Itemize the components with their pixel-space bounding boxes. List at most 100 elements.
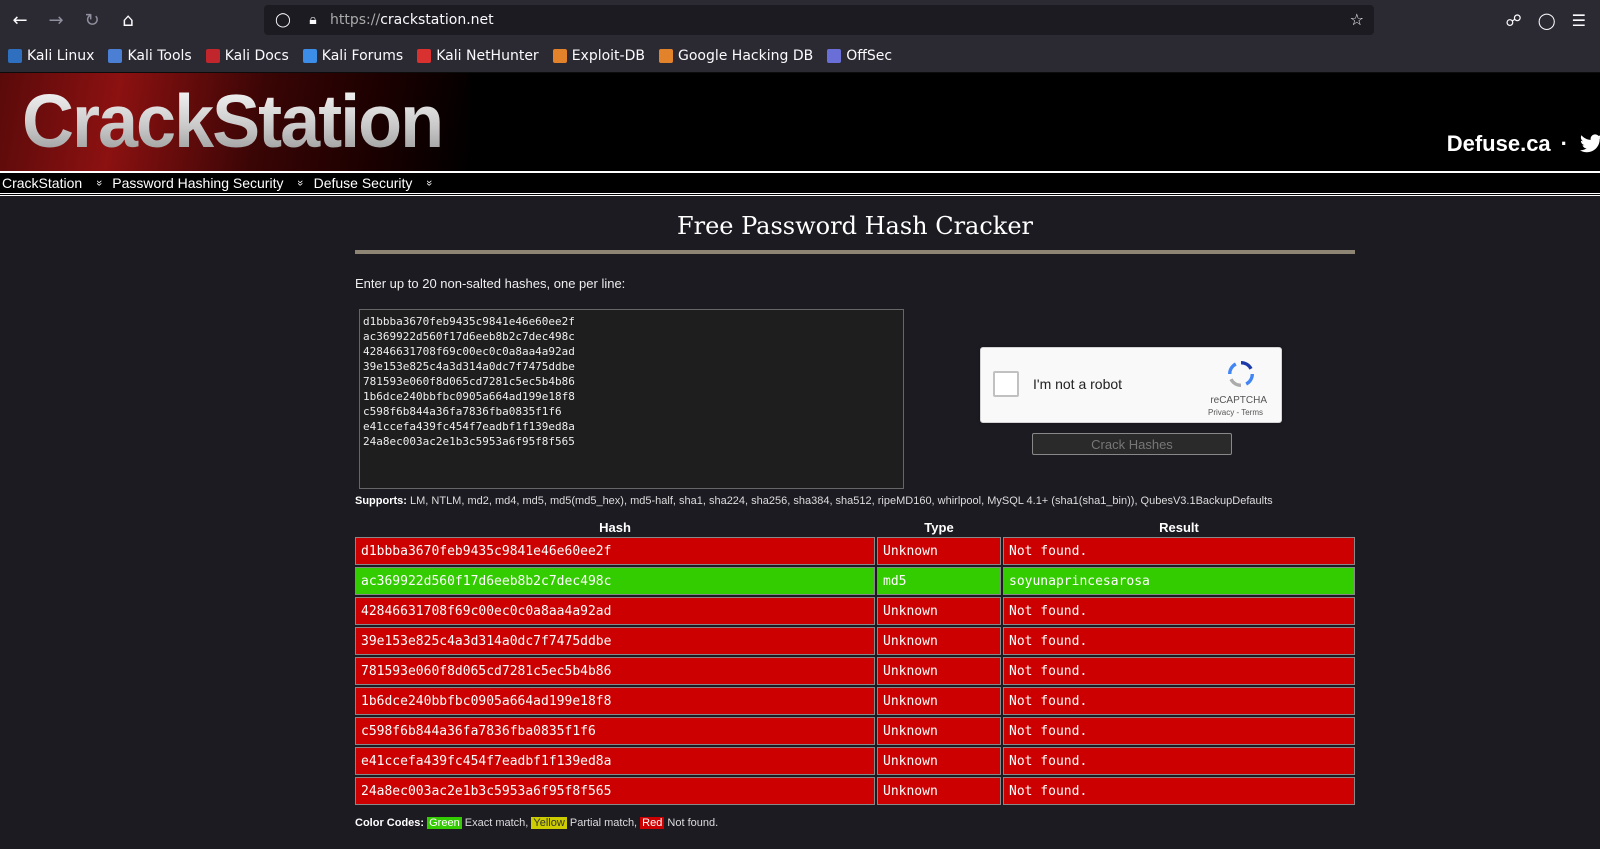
title-divider <box>355 250 1355 254</box>
menu-item-label: Defuse Security <box>313 175 413 191</box>
twitter-icon[interactable] <box>1578 132 1600 156</box>
menu-item[interactable]: Defuse Security » <box>312 175 436 191</box>
chevron-down-icon: » <box>294 179 307 187</box>
cell-result: soyunaprincesarosa <box>1003 567 1355 595</box>
bookmark-favicon-icon <box>827 49 842 63</box>
bookmark-label: Exploit-DB <box>571 48 645 64</box>
recaptcha-links[interactable]: Privacy - Terms <box>1208 408 1263 417</box>
header-separator: · <box>1560 131 1568 156</box>
bookmark-item[interactable]: Kali Forums <box>302 48 404 64</box>
recaptcha-checkbox[interactable] <box>993 371 1019 397</box>
bookmark-favicon-icon <box>658 49 673 63</box>
browser-toolbar: ← → ↻ ⌂ ◯ 🔒︎ https://crackstation.net ☆ … <box>0 0 1600 40</box>
crack-hashes-button[interactable]: Crack Hashes <box>1032 433 1232 455</box>
cell-type: md5 <box>877 567 1001 595</box>
bookmark-label: Kali NetHunter <box>436 48 539 64</box>
color-codes-label: Color Codes: <box>355 817 425 829</box>
home-icon: ⌂ <box>122 9 134 31</box>
shield-icon[interactable]: ◯ <box>272 12 294 28</box>
bookmark-item[interactable]: Kali Linux <box>8 48 94 64</box>
back-button[interactable]: ← <box>4 4 36 36</box>
cell-result: Not found. <box>1003 627 1355 655</box>
url-bar[interactable]: ◯ 🔒︎ https://crackstation.net ☆ <box>264 5 1374 35</box>
arrow-right-icon: → <box>48 9 64 31</box>
bookmark-item[interactable]: Google Hacking DB <box>658 48 814 64</box>
column-header-result: Result <box>1159 519 1199 535</box>
menu-item[interactable]: CrackStation » <box>0 175 105 191</box>
cell-hash: ac369922d560f17d6eeb8b2c7dec498c <box>355 567 875 595</box>
cell-result: Not found. <box>1003 657 1355 685</box>
instruction-text: Enter up to 20 non-salted hashes, one pe… <box>355 276 626 291</box>
cell-hash: d1bbba3670feb9435c9841e46e60ee2f <box>355 537 875 565</box>
bookmark-favicon-icon <box>205 49 220 63</box>
hash-input[interactable] <box>359 309 904 489</box>
bookmark-favicon-icon <box>302 49 317 63</box>
bookmark-item[interactable]: Kali Tools <box>108 48 192 64</box>
defuse-link[interactable]: Defuse.ca <box>1447 131 1551 157</box>
table-row: c598f6b844a36fa7836fba0835f1f6 Unknown Not… <box>355 717 1355 745</box>
results-table: Hash Type Result d1bbba3670feb9435c9841e… <box>353 517 1357 807</box>
home-button[interactable]: ⌂ <box>112 4 144 36</box>
table-row: e41ccefa439fc454f7eadbf1f139ed8a Unknown N… <box>355 747 1355 775</box>
page-title: Free Password Hash Cracker <box>676 212 1034 240</box>
reload-button[interactable]: ↻ <box>76 4 108 36</box>
bookmarks-bar: Kali Linux Kali Tools Kali Docs Kali Forums… <box>0 40 1600 73</box>
toolbar-right-icons: ☍ ◯ ☰ <box>1506 0 1586 40</box>
forward-button[interactable]: → <box>40 4 72 36</box>
code-green: Green <box>427 817 462 829</box>
header-right: Defuse.ca · <box>1447 131 1600 157</box>
cell-type: Unknown <box>877 537 1001 565</box>
cell-hash: c598f6b844a36fa7836fba0835f1f6 <box>355 717 875 745</box>
site-logo[interactable]: CrackStation <box>22 79 444 165</box>
menu-item[interactable]: Password Hashing Security » <box>110 175 306 191</box>
url-text[interactable]: https://crackstation.net <box>330 12 494 28</box>
code-red-desc: Not found. <box>664 817 719 829</box>
bookmark-label: Kali Linux <box>27 48 95 64</box>
bookmark-star-icon[interactable]: ☆ <box>1350 10 1364 29</box>
cell-result: Not found. <box>1003 537 1355 565</box>
bookmark-item[interactable]: OffSec <box>827 48 892 64</box>
cell-type: Unknown <box>877 657 1001 685</box>
bookmark-favicon-icon <box>417 49 432 63</box>
column-header-type: Type <box>924 519 954 535</box>
table-row: 39e153e825c4a3d314a0dc7f7475ddbe Unknown N… <box>355 627 1355 655</box>
cell-type: Unknown <box>877 687 1001 715</box>
bookmark-label: Kali Tools <box>127 48 192 64</box>
menu-icon[interactable]: ☰ <box>1572 11 1586 30</box>
bookmark-label: OffSec <box>846 48 893 64</box>
cell-type: Unknown <box>877 717 1001 745</box>
bookmark-item[interactable]: Exploit-DB <box>552 48 645 64</box>
cell-result: Not found. <box>1003 597 1355 625</box>
bookmark-label: Kali Forums <box>321 48 404 64</box>
url-scheme: https:// <box>330 12 381 28</box>
cell-hash: 24a8ec003ac2e1b3c5953a6f95f8f565 <box>355 777 875 805</box>
table-row: 42846631708f69c00ec0c0a8aa4a92ad Unknown N… <box>355 597 1355 625</box>
bookmark-label: Google Hacking DB <box>677 48 814 64</box>
pocket-icon[interactable]: ☍ <box>1506 11 1522 30</box>
cell-result: Not found. <box>1003 687 1355 715</box>
menu-item-label: Password Hashing Security <box>112 175 284 191</box>
cell-type: Unknown <box>877 597 1001 625</box>
bookmark-item[interactable]: Kali NetHunter <box>417 48 539 64</box>
column-header-hash: Hash <box>599 519 631 535</box>
code-yellow-desc: Partial match, <box>566 817 641 829</box>
main-content: Free Password Hash Cracker Enter up to 2… <box>355 198 1355 829</box>
bookmark-favicon-icon <box>8 49 22 63</box>
lock-icon[interactable]: 🔒︎ <box>302 12 324 28</box>
chevron-down-icon: » <box>423 179 436 187</box>
cell-hash: 42846631708f69c00ec0c0a8aa4a92ad <box>355 597 875 625</box>
bookmark-label: Kali Docs <box>224 48 289 64</box>
arrow-left-icon: ← <box>12 9 28 31</box>
bookmark-favicon-icon <box>108 49 123 63</box>
site-header: CrackStation Defuse.ca · <box>0 73 1600 171</box>
cell-hash: 39e153e825c4a3d314a0dc7f7475ddbe <box>355 627 875 655</box>
account-icon[interactable]: ◯ <box>1538 11 1556 30</box>
code-red: Red <box>640 817 665 829</box>
code-yellow: Yellow <box>531 817 567 829</box>
cell-type: Unknown <box>877 747 1001 775</box>
cell-hash: e41ccefa439fc454f7eadbf1f139ed8a <box>355 747 875 775</box>
recaptcha-widget: I'm not a robot reCAPTCHA Privacy - Term… <box>980 347 1282 423</box>
color-codes-legend: Color Codes: Green Exact match, Yellow P… <box>355 817 1355 829</box>
recaptcha-icon <box>1228 361 1254 387</box>
bookmark-item[interactable]: Kali Docs <box>205 48 289 64</box>
